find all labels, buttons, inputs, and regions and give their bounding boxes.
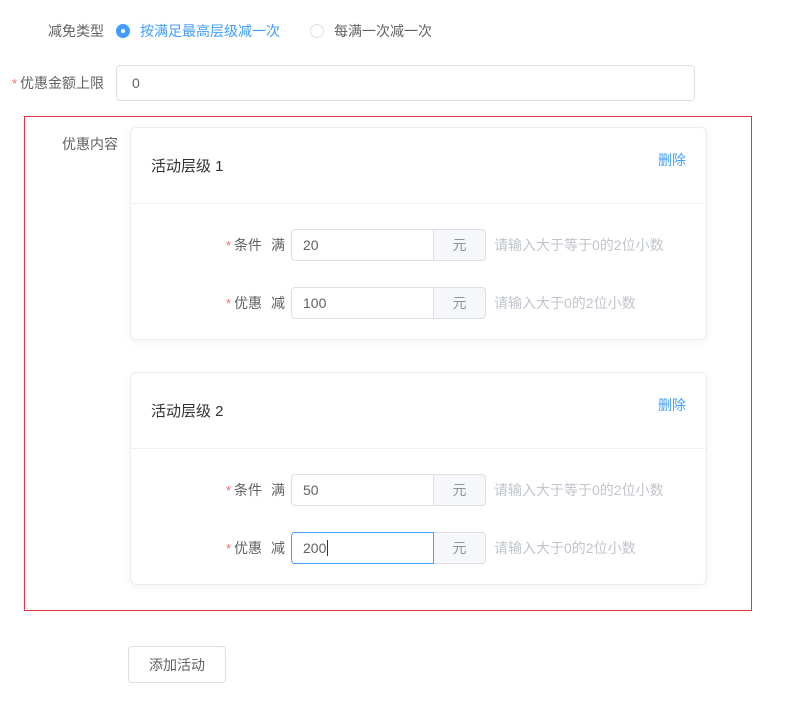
discount-label: *优惠减 (151, 293, 285, 313)
condition-label: *条件满 (151, 235, 285, 255)
radio-option-every-time[interactable]: 每满一次减一次 (310, 21, 432, 41)
text-cursor (327, 540, 328, 556)
discount-cap-input[interactable] (116, 65, 695, 101)
condition-input[interactable] (291, 474, 434, 506)
tier-card-2: 活动层级 2 删除 *条件满 元 请输入大于等于0的2位小数 *优惠减 200 (130, 372, 707, 585)
required-asterisk: * (226, 483, 231, 498)
reduction-type-row: 减免类型 按满足最高层级减一次 每满一次减一次 (0, 0, 812, 41)
condition-row: *条件满 元 请输入大于等于0的2位小数 (151, 229, 686, 261)
radio-unselected-icon (310, 24, 324, 38)
discount-input-group: 200 元 (291, 532, 486, 564)
tier-card-body: *条件满 元 请输入大于等于0的2位小数 *优惠减 200 元 请输入大于0的2… (131, 449, 706, 584)
condition-label: *条件满 (151, 480, 285, 500)
condition-input-group: 元 (291, 229, 486, 261)
unit-yuan-suffix: 元 (434, 532, 486, 564)
add-activity-button[interactable]: 添加活动 (128, 646, 226, 683)
discount-label: *优惠减 (151, 538, 285, 558)
discount-input-value: 200 (303, 540, 326, 556)
tier-card-header: 活动层级 2 删除 (131, 373, 706, 449)
condition-row: *条件满 元 请输入大于等于0的2位小数 (151, 474, 686, 506)
tier-title: 活动层级 2 (151, 400, 224, 421)
required-asterisk: * (226, 296, 231, 311)
required-asterisk: * (226, 541, 231, 556)
condition-hint: 请输入大于等于0的2位小数 (494, 480, 664, 500)
condition-input[interactable] (291, 229, 434, 261)
condition-input-group: 元 (291, 474, 486, 506)
radio-option-label: 每满一次减一次 (334, 21, 432, 41)
unit-yuan-suffix: 元 (434, 474, 486, 506)
required-asterisk: * (226, 238, 231, 253)
discount-cap-label: *优惠金额上限 (0, 74, 116, 93)
tier-card-header: 活动层级 1 删除 (131, 128, 706, 204)
delete-tier-link[interactable]: 删除 (658, 150, 686, 170)
add-activity-row: 添加活动 (128, 646, 812, 683)
discount-row: *优惠减 200 元 请输入大于0的2位小数 (151, 532, 686, 564)
reduction-type-label: 减免类型 (0, 22, 116, 40)
delete-tier-link[interactable]: 删除 (658, 395, 686, 415)
radio-option-highest-tier[interactable]: 按满足最高层级减一次 (116, 21, 280, 41)
tier-title: 活动层级 1 (151, 155, 224, 176)
reduction-type-radio-group: 按满足最高层级减一次 每满一次减一次 (116, 21, 462, 41)
discount-input-focused[interactable]: 200 (291, 532, 434, 564)
discount-row: *优惠减 元 请输入大于0的2位小数 (151, 287, 686, 319)
radio-option-label: 按满足最高层级减一次 (140, 21, 280, 41)
tier-card-1: 活动层级 1 删除 *条件满 元 请输入大于等于0的2位小数 *优惠减 元 请输… (130, 127, 707, 340)
discount-input[interactable] (291, 287, 434, 319)
discount-hint: 请输入大于0的2位小数 (494, 538, 636, 558)
tier-card-body: *条件满 元 请输入大于等于0的2位小数 *优惠减 元 请输入大于0的2位小数 (131, 204, 706, 339)
condition-hint: 请输入大于等于0的2位小数 (494, 235, 664, 255)
discount-cap-row: *优惠金额上限 (0, 65, 812, 101)
radio-selected-icon (116, 24, 130, 38)
discount-content-label: 优惠内容 (55, 134, 118, 154)
unit-yuan-suffix: 元 (434, 229, 486, 261)
unit-yuan-suffix: 元 (434, 287, 486, 319)
discount-hint: 请输入大于0的2位小数 (494, 293, 636, 313)
discount-content-section: 优惠内容 活动层级 1 删除 *条件满 元 请输入大于等于0的2位小数 *优惠减… (24, 116, 752, 611)
discount-input-group: 元 (291, 287, 486, 319)
required-asterisk: * (12, 76, 17, 91)
